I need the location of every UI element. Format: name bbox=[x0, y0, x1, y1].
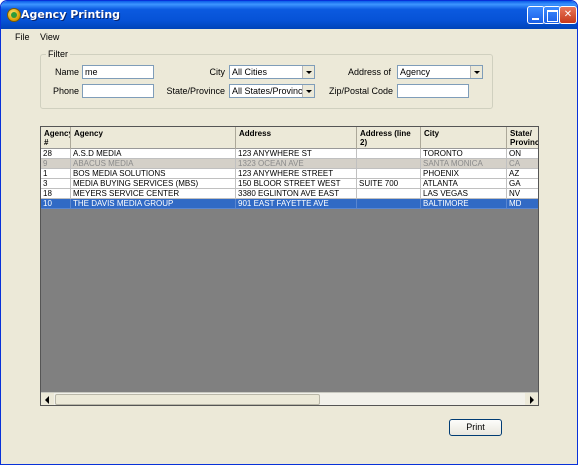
chevron-down-icon[interactable] bbox=[470, 66, 482, 78]
scroll-thumb[interactable] bbox=[55, 394, 320, 405]
city-select[interactable]: All Cities bbox=[229, 65, 315, 79]
grid-header-row: Agency # Agency Address Address (line 2)… bbox=[41, 127, 538, 149]
table-cell: CA bbox=[507, 159, 538, 169]
menu-file[interactable]: File bbox=[15, 29, 30, 45]
address-of-label: Address of bbox=[347, 67, 391, 77]
table-cell: PHOENIX bbox=[421, 169, 507, 179]
print-button[interactable]: Print bbox=[449, 419, 502, 436]
agency-printing-window: Agency Printing File View Filter Name Ph… bbox=[0, 0, 578, 465]
state-select-value: All States/Provinces bbox=[232, 86, 313, 96]
table-row[interactable]: 3 MEDIA BUYING SERVICES (MBS) 150 BLOOR ST… bbox=[41, 179, 538, 189]
table-cell: 123 ANYWHERE STREET bbox=[236, 169, 357, 179]
table-cell: ABACUS MEDIA bbox=[71, 159, 236, 169]
table-cell bbox=[357, 159, 421, 169]
menu-view[interactable]: View bbox=[40, 29, 59, 45]
table-row[interactable]: 18 MEYERS SERVICE CENTER 3380 EGLINTON AVE… bbox=[41, 189, 538, 199]
city-label: City bbox=[209, 67, 226, 77]
phone-label: Phone bbox=[52, 86, 79, 96]
scroll-right-icon[interactable] bbox=[525, 393, 538, 405]
table-row[interactable]: 28 A.S.D MEDIA 123 ANYWHERE ST TORONTO ON bbox=[41, 149, 538, 159]
chevron-down-icon[interactable] bbox=[302, 66, 314, 78]
horizontal-scrollbar[interactable] bbox=[41, 392, 538, 405]
filter-legend: Filter bbox=[46, 48, 70, 60]
table-cell: LAS VEGAS bbox=[421, 189, 507, 199]
state-select[interactable]: All States/Provinces bbox=[229, 84, 315, 98]
table-row[interactable]: 1 BOS MEDIA SOLUTIONS 123 ANYWHERE STREET P… bbox=[41, 169, 538, 179]
menu-bar: File View bbox=[1, 29, 577, 45]
close-button[interactable] bbox=[559, 6, 577, 24]
column-header-city[interactable]: City bbox=[421, 127, 507, 149]
table-cell: TORONTO bbox=[421, 149, 507, 159]
table-cell: THE DAVIS MEDIA GROUP bbox=[71, 199, 236, 209]
table-cell: SUITE 700 bbox=[357, 179, 421, 189]
table-cell: 10 bbox=[41, 199, 71, 209]
table-cell: 9 bbox=[41, 159, 71, 169]
table-cell: 1323 OCEAN AVE bbox=[236, 159, 357, 169]
zip-input[interactable] bbox=[397, 84, 469, 98]
table-cell: SANTA MONICA bbox=[421, 159, 507, 169]
table-row[interactable]: 9 ABACUS MEDIA 1323 OCEAN AVE SANTA MONICA C… bbox=[41, 159, 538, 169]
table-cell: 28 bbox=[41, 149, 71, 159]
table-cell: MEYERS SERVICE CENTER bbox=[71, 189, 236, 199]
table-cell: 3 bbox=[41, 179, 71, 189]
table-row[interactable]: 10 THE DAVIS MEDIA GROUP 901 EAST FAYETTE … bbox=[41, 199, 538, 209]
table-cell: AZ bbox=[507, 169, 538, 179]
table-cell: ON bbox=[507, 149, 538, 159]
table-cell: BOS MEDIA SOLUTIONS bbox=[71, 169, 236, 179]
column-header-address[interactable]: Address bbox=[236, 127, 357, 149]
table-cell bbox=[357, 149, 421, 159]
table-cell: NV bbox=[507, 189, 538, 199]
address-of-select-value: Agency bbox=[400, 67, 431, 77]
table-cell bbox=[357, 199, 421, 209]
column-header-agency[interactable]: Agency bbox=[71, 127, 236, 149]
zip-label: Zip/Postal Code bbox=[328, 86, 393, 96]
chevron-down-icon[interactable] bbox=[302, 85, 314, 97]
filter-group bbox=[40, 54, 493, 109]
name-label: Name bbox=[54, 67, 79, 77]
table-cell: MD bbox=[507, 199, 538, 209]
app-icon bbox=[7, 8, 21, 22]
column-header-agency-number[interactable]: Agency # bbox=[41, 127, 71, 149]
table-cell bbox=[357, 189, 421, 199]
name-input[interactable] bbox=[82, 65, 154, 79]
table-cell: 3380 EGLINTON AVE EAST bbox=[236, 189, 357, 199]
table-cell: 123 ANYWHERE ST bbox=[236, 149, 357, 159]
table-cell: 1 bbox=[41, 169, 71, 179]
table-cell: 18 bbox=[41, 189, 71, 199]
scroll-left-icon[interactable] bbox=[41, 393, 54, 405]
title-bar[interactable]: Agency Printing bbox=[1, 1, 577, 29]
window-title: Agency Printing bbox=[21, 8, 121, 21]
column-header-address-line2[interactable]: Address (line 2) bbox=[357, 127, 421, 149]
table-cell: MEDIA BUYING SERVICES (MBS) bbox=[71, 179, 236, 189]
phone-input[interactable] bbox=[82, 84, 154, 98]
state-label: State/Province bbox=[166, 86, 225, 96]
agency-grid[interactable]: Agency # Agency Address Address (line 2)… bbox=[40, 126, 539, 406]
city-select-value: All Cities bbox=[232, 67, 268, 77]
table-cell: A.S.D MEDIA bbox=[71, 149, 236, 159]
column-header-state[interactable]: State/ Province bbox=[507, 127, 538, 149]
table-cell bbox=[357, 169, 421, 179]
table-cell: 150 BLOOR STREET WEST bbox=[236, 179, 357, 189]
table-cell: 901 EAST FAYETTE AVE bbox=[236, 199, 357, 209]
address-of-select[interactable]: Agency bbox=[397, 65, 483, 79]
table-cell: GA bbox=[507, 179, 538, 189]
table-cell: BALTIMORE bbox=[421, 199, 507, 209]
table-cell: ATLANTA bbox=[421, 179, 507, 189]
